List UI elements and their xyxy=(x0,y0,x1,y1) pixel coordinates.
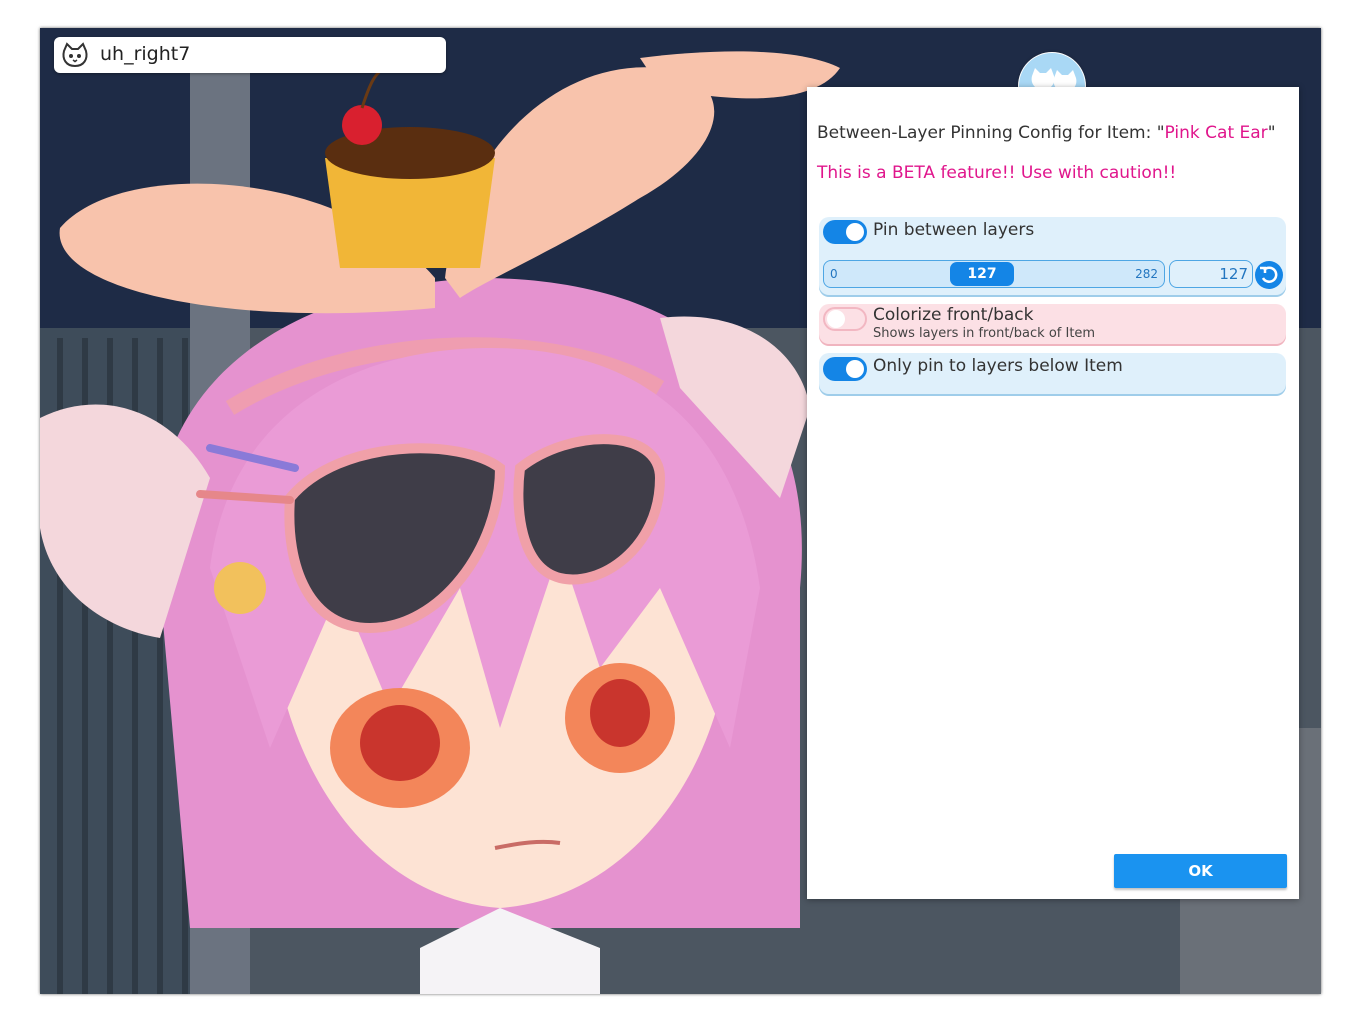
layer-slider[interactable]: 0 127 282 xyxy=(823,260,1165,288)
dialog-title-prefix: Between-Layer Pinning Config for Item: " xyxy=(817,123,1165,143)
reset-icon xyxy=(1260,266,1278,283)
colorize-label: Colorize front/back xyxy=(873,305,1034,325)
reset-button[interactable] xyxy=(1255,261,1283,289)
pinning-config-dialog: Between-Layer Pinning Config for Item: "… xyxy=(807,87,1299,899)
only-pin-below-label: Only pin to layers below Item xyxy=(873,356,1123,376)
slider-max: 282 xyxy=(1135,267,1158,281)
pin-between-layers-option: Pin between layers 0 127 282 127 xyxy=(819,217,1286,295)
colorize-option: Colorize front/back Shows layers in fron… xyxy=(819,304,1286,344)
colorize-toggle[interactable] xyxy=(823,307,867,331)
ok-button[interactable]: OK xyxy=(1114,854,1287,888)
only-pin-below-option: Only pin to layers below Item xyxy=(819,353,1286,394)
beta-warning: This is a BETA feature!! Use with cautio… xyxy=(817,163,1177,183)
pin-between-layers-toggle[interactable] xyxy=(823,220,867,244)
layer-value-field[interactable]: 127 xyxy=(1169,260,1253,288)
toggle-knob xyxy=(827,310,845,328)
dialog-title-suffix: " xyxy=(1267,123,1276,143)
character-name: uh_right7 xyxy=(100,43,191,65)
slider-thumb[interactable]: 127 xyxy=(950,262,1014,286)
cat-face-icon xyxy=(60,41,90,69)
toggle-knob xyxy=(846,223,864,241)
item-name: Pink Cat Ear xyxy=(1164,123,1268,143)
pin-between-layers-label: Pin between layers xyxy=(873,220,1035,240)
slider-min: 0 xyxy=(830,267,838,281)
dialog-title: Between-Layer Pinning Config for Item: "… xyxy=(817,123,1276,143)
only-pin-below-toggle[interactable] xyxy=(823,357,867,381)
colorize-sublabel: Shows layers in front/back of Item xyxy=(873,326,1096,341)
toggle-knob xyxy=(846,360,864,378)
character-name-tag: uh_right7 xyxy=(54,37,446,73)
